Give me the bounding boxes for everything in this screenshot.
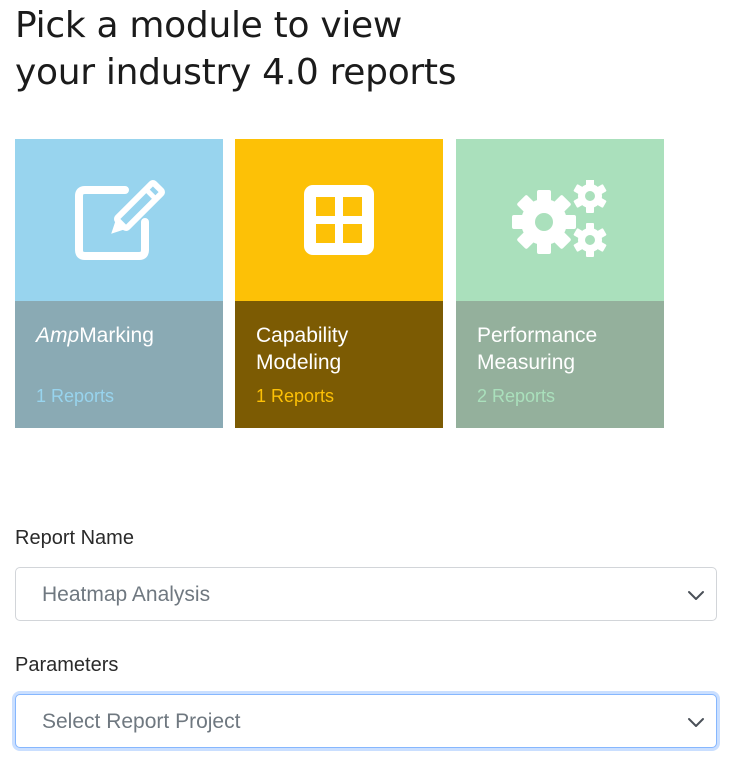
module-report-count: 2 Reports [477,386,556,406]
edit-square-icon [75,180,165,260]
module-card-footer: Capability Modeling 1 Reports [235,301,443,428]
report-project-placeholder: Select Report Project [42,710,241,733]
module-card-performance-measuring[interactable]: Performance Measuring 2 Reports [456,139,664,428]
gears-icon [512,180,607,257]
module-card-ampmarking[interactable]: AmpMarking 1 Reports [15,139,223,428]
module-report-count: 1 Reports [36,386,115,406]
module-name-suffix: Marking [79,324,154,347]
report-name-label: Report Name [15,527,134,549]
module-card-header [235,139,443,301]
parameters-label: Parameters [15,654,119,676]
page-title-line1: Pick a module to view [15,5,403,46]
page-title-line2: your industry 4.0 reports [15,52,457,93]
grid-icon [304,185,374,255]
module-name-prefix: Amp [36,324,80,347]
module-card-header [456,139,664,301]
module-name: Capability Modeling [256,324,349,374]
module-report-count: 1 Reports [256,386,335,406]
module-card-capability-modeling[interactable]: Capability Modeling 1 Reports [235,139,443,428]
module-card-header [15,139,223,301]
chevron-down-icon [688,718,704,727]
module-card-footer: AmpMarking 1 Reports [15,301,223,428]
module-name: Performance Measuring [477,324,598,374]
report-project-select[interactable]: Select Report Project [15,694,717,748]
report-name-value: Heatmap Analysis [42,583,211,606]
chevron-down-icon [688,591,704,600]
page-title: Pick a module to view your industry 4.0 … [15,2,457,96]
report-name-select[interactable]: Heatmap Analysis [15,567,717,621]
module-name: AmpMarking [36,322,216,349]
module-card-footer: Performance Measuring 2 Reports [456,301,664,428]
